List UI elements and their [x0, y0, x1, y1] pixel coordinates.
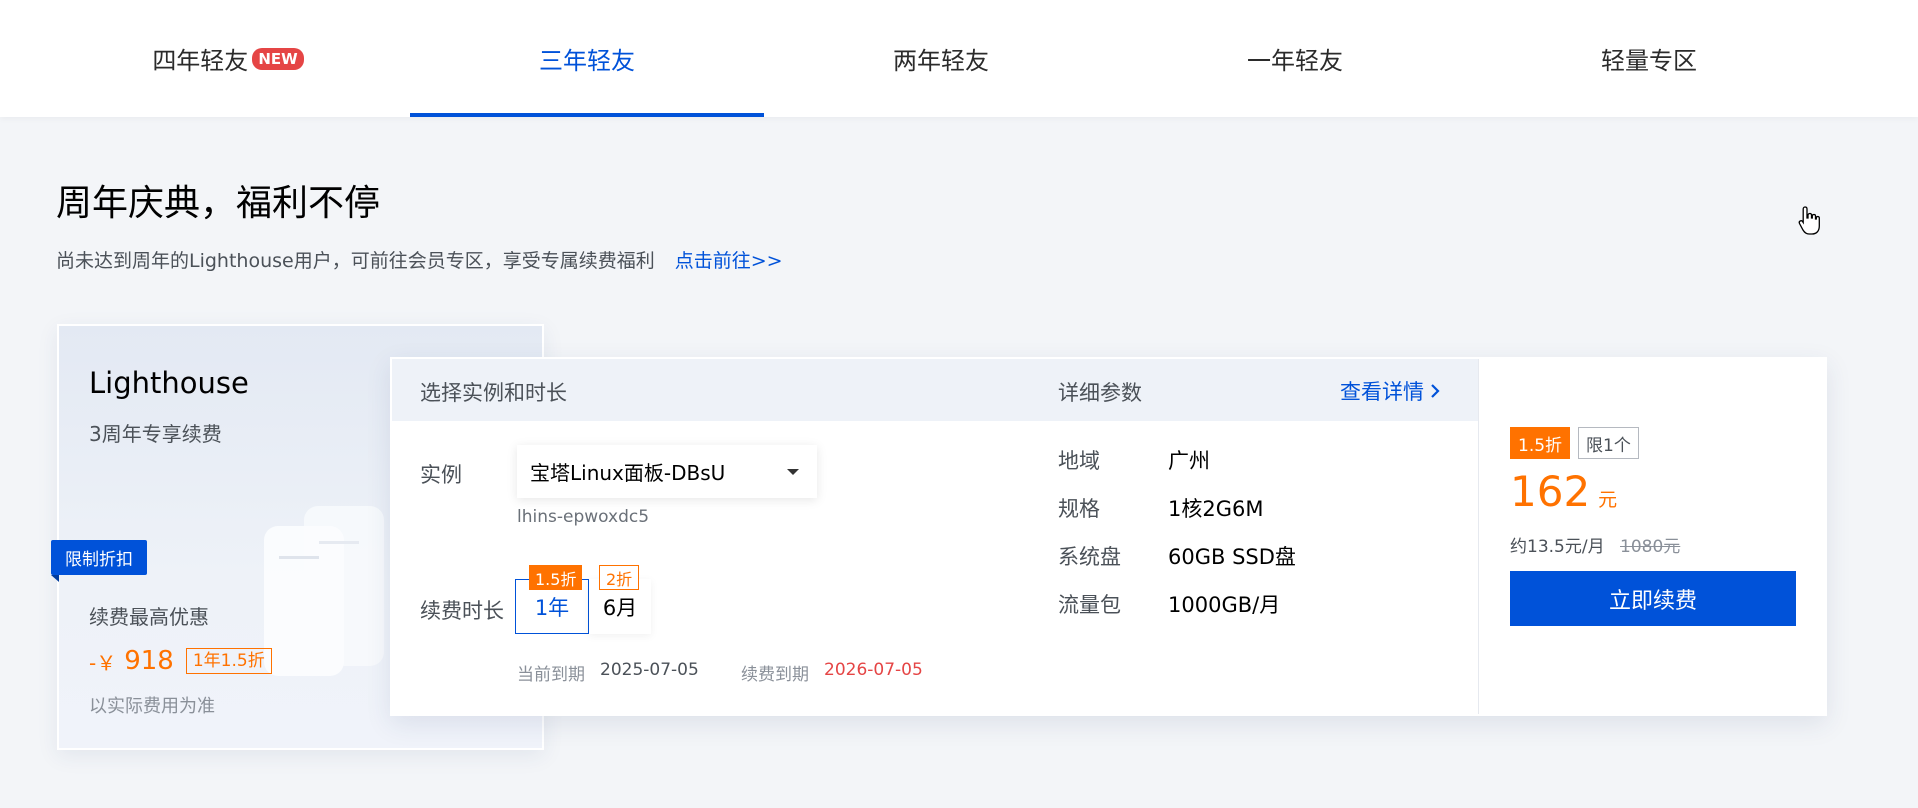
new-badge: NEW	[252, 47, 304, 70]
tab-one-year[interactable]: 一年轻友	[1118, 0, 1472, 117]
member-zone-link[interactable]: 点击前往>>	[675, 250, 783, 272]
current-expiry-label: 当前到期	[517, 665, 585, 685]
tab-label: 四年轻友	[152, 47, 249, 75]
limited-discount-ribbon: 限制折扣	[51, 540, 147, 582]
renewal-card-header: 选择实例和时长 详细参数 查看详情	[392, 359, 1478, 421]
view-details-label: 查看详情	[1340, 380, 1424, 404]
spec-key: 地域	[1058, 449, 1100, 473]
params-heading: 详细参数	[1058, 381, 1142, 405]
price-tags: 1.5折 限1个	[1510, 427, 1639, 459]
tab-label: 三年轻友	[539, 47, 635, 75]
subtitle-text: 尚未达到周年的Lighthouse用户，可前往会员专区，享受专属续费福利	[56, 250, 655, 272]
instance-label: 实例	[420, 463, 462, 487]
limit-badge: 限1个	[1578, 427, 1639, 459]
tab-light-zone[interactable]: 轻量专区	[1472, 0, 1826, 117]
select-instance-heading: 选择实例和时长	[420, 381, 567, 405]
offer-price: -￥ 918 1年1.5折	[89, 646, 272, 676]
page-title: 周年庆典，福利不停	[56, 183, 381, 224]
tab-four-year[interactable]: 四年轻友 NEW	[51, 0, 405, 117]
discount-badge: 1.5折	[1510, 427, 1571, 459]
spec-value: 1000GB/月	[1168, 593, 1281, 617]
spec-value: 广州	[1168, 449, 1210, 473]
instance-id: lhins-epwoxdc5	[517, 507, 650, 527]
renewal-price-unit: 元	[1598, 489, 1618, 511]
price-value: 918	[124, 646, 174, 676]
instance-select[interactable]: 宝塔Linux面板-DBsU	[517, 445, 817, 498]
hand-cursor-icon	[1798, 206, 1820, 235]
renewal-price-value: 162	[1510, 467, 1591, 516]
renew-now-button[interactable]: 立即续费	[1510, 571, 1796, 626]
tab-two-year[interactable]: 两年轻友	[764, 0, 1118, 117]
tab-label: 轻量专区	[1601, 47, 1697, 75]
tab-label: 两年轻友	[893, 47, 989, 75]
renewal-price: 162 元	[1510, 467, 1617, 516]
spec-value: 60GB SSD盘	[1168, 545, 1296, 569]
renew-expiry-value: 2026-07-05	[824, 660, 923, 680]
spec-key: 流量包	[1058, 593, 1121, 617]
promo-title: Lighthouse	[89, 366, 249, 400]
instance-selected-value: 宝塔Linux面板-DBsU	[530, 461, 726, 485]
page-subtitle: 尚未达到周年的Lighthouse用户，可前往会员专区，享受专属续费福利 点击前…	[56, 246, 783, 273]
offer-label: 续费最高优惠	[89, 605, 209, 629]
promo-subtitle: 3周年专享续费	[89, 422, 222, 446]
price-note: 以实际费用为准	[89, 696, 215, 717]
spec-key: 系统盘	[1058, 545, 1121, 569]
monthly-price-value: 约13.5元/月	[1510, 537, 1605, 557]
tab-label: 一年轻友	[1247, 47, 1343, 75]
renewal-card: 选择实例和时长 详细参数 查看详情 实例 宝塔Linux面板-DBsU lhin…	[390, 357, 1827, 716]
duration-option-label: 6月	[602, 595, 638, 620]
renew-expiry-label: 续费到期	[741, 665, 809, 685]
price-prefix: -￥	[89, 650, 117, 675]
monthly-price: 约13.5元/月 1080元	[1510, 532, 1680, 557]
tab-bar: 四年轻友 NEW 三年轻友 两年轻友 一年轻友 轻量专区	[0, 0, 1918, 117]
tab-three-year[interactable]: 三年轻友	[410, 0, 764, 117]
duration-label: 续费时长	[420, 599, 504, 623]
caret-down-icon	[787, 469, 799, 475]
duration-discount-tag: 2折	[599, 565, 640, 590]
duration-discount-tag: 1.5折	[529, 565, 583, 590]
duration-option-label: 1年	[534, 595, 570, 620]
panel-divider	[1478, 359, 1479, 714]
discount-tag: 1年1.5折	[185, 648, 272, 674]
chevron-right-icon	[1431, 384, 1440, 398]
spec-key: 规格	[1058, 497, 1100, 521]
view-details-link[interactable]: 查看详情	[1340, 376, 1440, 406]
current-expiry-value: 2025-07-05	[600, 660, 699, 680]
original-price: 1080元	[1620, 537, 1681, 557]
spec-value: 1核2G6M	[1168, 497, 1264, 521]
